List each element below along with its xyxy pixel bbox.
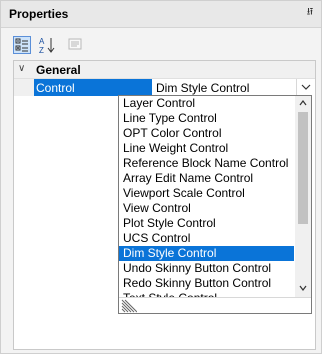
sort-az-icon: A Z bbox=[39, 37, 55, 54]
properties-toolbar: A Z bbox=[1, 28, 321, 60]
dropdown-option[interactable]: Array Edit Name Control bbox=[119, 171, 294, 186]
scroll-up-button[interactable] bbox=[295, 96, 311, 110]
categorized-button[interactable] bbox=[13, 36, 31, 54]
scroll-down-button[interactable] bbox=[295, 281, 311, 295]
dropdown-option[interactable]: Viewport Scale Control bbox=[119, 186, 294, 201]
alphabetical-button[interactable]: A Z bbox=[38, 36, 56, 54]
dropdown-button[interactable] bbox=[296, 79, 315, 96]
resize-grip[interactable] bbox=[119, 297, 311, 313]
svg-text:A: A bbox=[39, 37, 45, 46]
chevron-down-icon[interactable]: ∨ bbox=[18, 63, 25, 74]
dropdown-option[interactable]: Plot Style Control bbox=[119, 216, 294, 231]
dropdown-option[interactable]: Line Type Control bbox=[119, 111, 294, 126]
property-row-control[interactable]: Control Dim Style Control bbox=[14, 79, 315, 96]
property-pages-icon bbox=[68, 38, 82, 50]
dropdown-options: Layer Control Line Type Control OPT Color … bbox=[119, 96, 294, 297]
row-margin bbox=[14, 79, 34, 96]
category-label: General bbox=[36, 63, 81, 77]
panel-title: Properties bbox=[9, 7, 69, 21]
chevron-up-icon bbox=[299, 100, 307, 106]
svg-text:Z: Z bbox=[39, 46, 44, 54]
dropdown-option[interactable]: Redo Skinny Button Control bbox=[119, 276, 294, 291]
scroll-thumb[interactable] bbox=[298, 112, 308, 224]
dropdown-option[interactable]: Reference Block Name Control bbox=[119, 156, 294, 171]
property-name[interactable]: Control bbox=[34, 79, 152, 96]
categorized-icon bbox=[15, 38, 28, 52]
dropdown-option[interactable]: OPT Color Control bbox=[119, 126, 294, 141]
dropdown-option[interactable]: View Control bbox=[119, 201, 294, 216]
dropdown-option[interactable]: Line Weight Control bbox=[119, 141, 294, 156]
chevron-down-icon bbox=[301, 84, 311, 90]
resize-grip-icon bbox=[121, 299, 137, 313]
panel-titlebar: Properties ⭿ bbox=[1, 1, 321, 28]
property-value[interactable]: Dim Style Control bbox=[153, 79, 298, 96]
control-dropdown-list[interactable]: Layer Control Line Type Control OPT Color … bbox=[118, 95, 312, 314]
dropdown-option[interactable]: Undo Skinny Button Control bbox=[119, 261, 294, 276]
dropdown-option[interactable]: Layer Control bbox=[119, 96, 294, 111]
dropdown-option[interactable]: Dim Style Control bbox=[119, 246, 294, 261]
chevron-down-icon bbox=[299, 285, 307, 291]
dropdown-scrollbar[interactable] bbox=[295, 96, 311, 297]
property-pages-button[interactable] bbox=[67, 36, 85, 54]
category-row-general[interactable]: ∨ General bbox=[14, 61, 315, 79]
collapse-icon[interactable]: ⭿ bbox=[303, 6, 317, 20]
dropdown-option[interactable]: UCS Control bbox=[119, 231, 294, 246]
